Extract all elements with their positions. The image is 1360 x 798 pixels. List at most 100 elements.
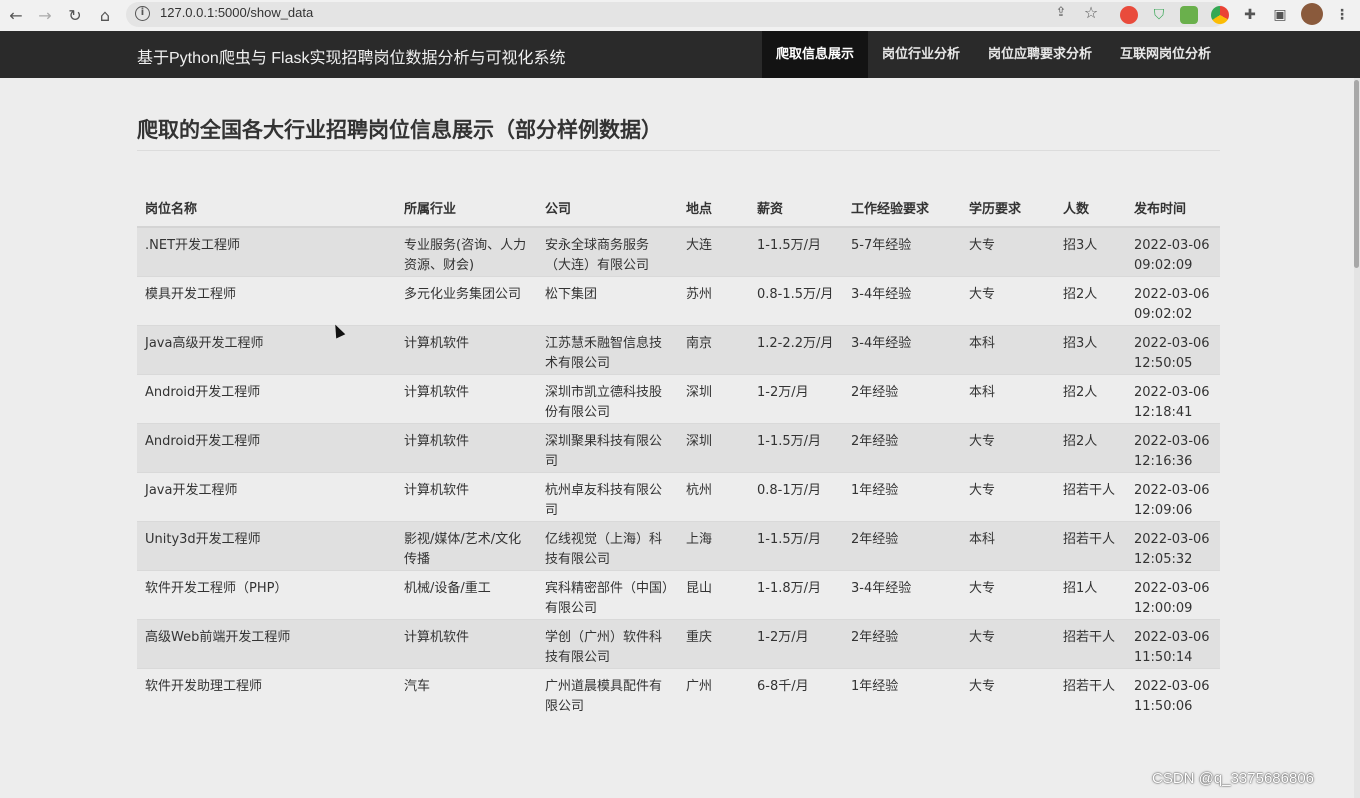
education-cell: 大专 [961,570,1055,620]
shield-icon[interactable]: ⛉ [1149,5,1169,25]
company-cell: 宾科精密部件（中国）有限公司 [537,570,678,620]
headcount-cell: 招若干人 [1055,521,1126,571]
experience-cell: 3-4年经验 [843,276,961,326]
salary-cell: 1.2-2.2万/月 [749,325,843,375]
salary-cell: 0.8-1万/月 [749,472,843,522]
android-icon[interactable] [1180,6,1198,24]
education-cell: 大专 [961,226,1055,277]
headcount-cell: 招1人 [1055,570,1126,620]
publish-time-cell: 2022-03-06 11:50:06 [1126,668,1220,718]
table-row: Java开发工程师 计算机软件 杭州卓友科技有限公司 杭州 0.8-1万/月 1年经验 大专… [137,472,1220,522]
job-title-cell: Unity3d开发工程师 [137,521,396,571]
site-info-icon[interactable]: i [135,6,150,21]
job-title-cell: Java开发工程师 [137,472,396,522]
publish-time-cell: 2022-03-06 11:50:14 [1126,619,1220,669]
share-icon[interactable]: ⇪ [1052,4,1070,22]
job-title-cell: 软件开发助理工程师 [137,668,396,718]
reload-icon[interactable]: ↻ [63,3,87,27]
watermark: CSDN @q_3375686806 [1152,770,1315,787]
education-cell: 本科 [961,521,1055,571]
publish-time-cell: 2022-03-06 09:02:02 [1126,276,1220,326]
industry-cell: 影视/媒体/艺术/文化传播 [396,521,537,571]
table-row: Java高级开发工程师 计算机软件 江苏慧禾融智信息技术有限公司 南京 1.2-2.2万… [137,325,1220,375]
puzzle-icon[interactable]: ✚ [1240,5,1260,25]
location-cell: 深圳 [678,423,749,473]
star-icon[interactable]: ☆ [1082,4,1100,22]
experience-cell: 2年经验 [843,521,961,571]
education-cell: 大专 [961,423,1055,473]
headcount-cell: 招3人 [1055,325,1126,375]
experience-cell: 1年经验 [843,472,961,522]
publish-time-cell: 2022-03-06 12:09:06 [1126,472,1220,522]
job-title-cell: .NET开发工程师 [137,226,396,277]
industry-cell: 计算机软件 [396,374,537,424]
experience-cell: 3-4年经验 [843,570,961,620]
page-title: 爬取的全国各大行业招聘岗位信息展示（部分样例数据） [137,118,662,142]
industry-cell: 计算机软件 [396,325,537,375]
publish-time-cell: 2022-03-06 12:16:36 [1126,423,1220,473]
location-cell: 广州 [678,668,749,718]
industry-cell: 计算机软件 [396,619,537,669]
nav-item-industry-analysis[interactable]: 岗位行业分析 [868,31,974,78]
home-icon[interactable]: ⌂ [93,3,117,27]
location-cell: 杭州 [678,472,749,522]
table-row: 高级Web前端开发工程师 计算机软件 学创（广州）软件科技有限公司 重庆 1-2万/月 2… [137,619,1220,669]
location-cell: 上海 [678,521,749,571]
app-navbar: 基于Python爬虫与 Flask实现招聘岗位数据分析与可视化系统 爬取信息展示… [0,31,1360,78]
scrollbar-thumb[interactable] [1354,80,1359,268]
industry-cell: 多元化业务集团公司 [396,276,537,326]
sidebar-icon[interactable]: ▣ [1270,5,1290,25]
location-cell: 苏州 [678,276,749,326]
kebab-menu-icon[interactable]: ⋮ [1332,5,1352,25]
headcount-cell: 招若干人 [1055,668,1126,718]
address-url[interactable]: 127.0.0.1:5000/show_data [160,5,313,20]
salary-cell: 1-2万/月 [749,619,843,669]
company-cell: 深圳市凯立德科技股份有限公司 [537,374,678,424]
table-row: Android开发工程师 计算机软件 深圳市凯立德科技股份有限公司 深圳 1-2万/月 2… [137,374,1220,424]
nav-item-internet-analysis[interactable]: 互联网岗位分析 [1106,31,1225,78]
industry-cell: 机械/设备/重工 [396,570,537,620]
browser-toolbar: ← → ↻ ⌂ i 127.0.0.1:5000/show_data ⇪ ☆ ⛉… [0,0,1360,32]
extension-red-icon[interactable] [1120,6,1138,24]
company-cell: 亿线视觉（上海）科技有限公司 [537,521,678,571]
nav-item-requirement-analysis[interactable]: 岗位应聘要求分析 [974,31,1106,78]
profile-avatar[interactable] [1301,3,1323,25]
job-title-cell: 软件开发工程师（PHP） [137,570,396,620]
back-arrow-icon[interactable]: ← [4,3,28,27]
publish-time-cell: 2022-03-06 09:02:09 [1126,226,1220,277]
company-cell: 松下集团 [537,276,678,326]
chrome-icon[interactable] [1211,6,1229,24]
nav-item-crawl-data[interactable]: 爬取信息展示 [762,31,869,78]
location-cell: 南京 [678,325,749,375]
location-cell: 昆山 [678,570,749,620]
salary-cell: 1-1.5万/月 [749,423,843,473]
forward-arrow-icon[interactable]: → [33,3,57,27]
education-cell: 大专 [961,276,1055,326]
education-cell: 大专 [961,472,1055,522]
experience-cell: 5-7年经验 [843,226,961,277]
table-row: .NET开发工程师 专业服务(咨询、人力资源、财会) 安永全球商务服务（大连）有限公… [137,226,1220,277]
salary-cell: 1-2万/月 [749,374,843,424]
title-divider [137,150,1220,151]
publish-time-cell: 2022-03-06 12:05:32 [1126,521,1220,571]
headcount-cell: 招若干人 [1055,619,1126,669]
industry-cell: 汽车 [396,668,537,718]
industry-cell: 计算机软件 [396,423,537,473]
job-title-cell: Android开发工程师 [137,423,396,473]
salary-cell: 1-1.8万/月 [749,570,843,620]
education-cell: 本科 [961,325,1055,375]
table-row: 软件开发助理工程师 汽车 广州道晨模具配件有限公司 广州 6-8千/月 1年经验 大专 招若干… [137,668,1220,718]
site-brand[interactable]: 基于Python爬虫与 Flask实现招聘岗位数据分析与可视化系统 [137,44,566,68]
column-header: 学历要求 [961,188,1055,228]
company-cell: 广州道晨模具配件有限公司 [537,668,678,718]
column-header: 薪资 [749,188,843,228]
company-cell: 安永全球商务服务（大连）有限公司 [537,226,678,277]
industry-cell: 计算机软件 [396,472,537,522]
column-header: 人数 [1055,188,1126,228]
salary-cell: 6-8千/月 [749,668,843,718]
table-row: 模具开发工程师 多元化业务集团公司 松下集团 苏州 0.8-1.5万/月 3-4年经验 大专… [137,276,1220,326]
table-row: Android开发工程师 计算机软件 深圳聚果科技有限公司 深圳 1-1.5万/月 2年经… [137,423,1220,473]
job-table: 岗位名称 所属行业 公司 地点 薪资 工作经验要求 学历要求 人数 发布时间 .… [137,188,1220,718]
publish-time-cell: 2022-03-06 12:18:41 [1126,374,1220,424]
location-cell: 重庆 [678,619,749,669]
